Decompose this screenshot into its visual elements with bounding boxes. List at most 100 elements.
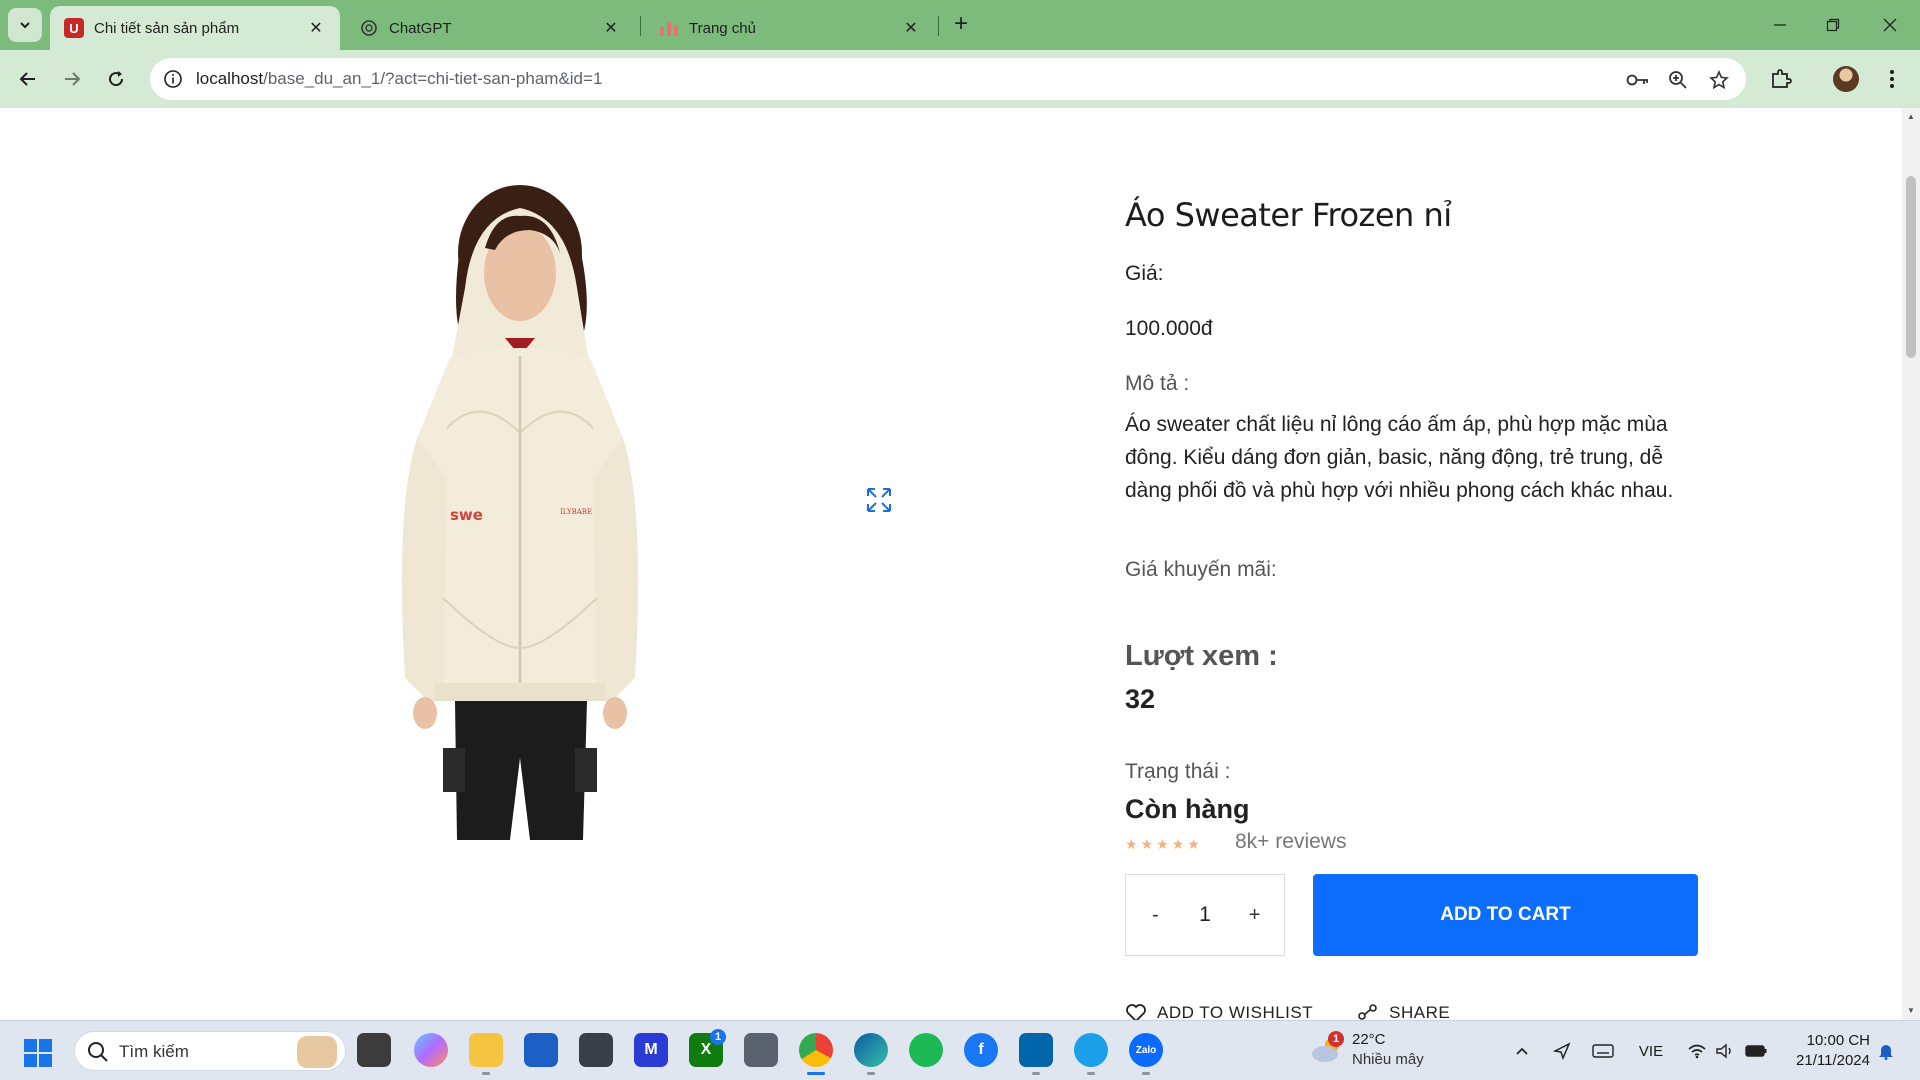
menu-button[interactable] bbox=[1874, 61, 1910, 97]
views-count: 32 bbox=[1125, 684, 1156, 714]
stock-status: Còn hàng bbox=[1125, 794, 1250, 824]
running-indicator bbox=[1087, 1072, 1095, 1075]
close-window-button[interactable] bbox=[1870, 10, 1910, 40]
close-icon[interactable]: ✕ bbox=[901, 18, 921, 38]
extensions-button[interactable] bbox=[1763, 61, 1799, 97]
back-button[interactable] bbox=[10, 61, 46, 97]
page-scrollbar[interactable]: ▲ ▼ bbox=[1902, 108, 1920, 1020]
reload-icon bbox=[109, 71, 124, 87]
clock-time: 10:00 CH bbox=[1806, 1032, 1870, 1049]
password-key-icon[interactable] bbox=[1624, 66, 1652, 94]
active-indicator bbox=[807, 1072, 825, 1075]
url-text[interactable]: localhost/base_du_an_1/?act=chi-tiet-san… bbox=[196, 69, 602, 89]
views-label: Lượt xem : bbox=[1125, 640, 1278, 672]
qty-decrease-button[interactable]: - bbox=[1140, 904, 1170, 927]
site-info-icon[interactable] bbox=[160, 66, 186, 92]
chrome-icon[interactable] bbox=[799, 1033, 833, 1067]
qty-input[interactable]: 1 bbox=[1199, 903, 1211, 927]
notification-bell-icon[interactable] bbox=[1876, 1039, 1896, 1063]
chevron-down-icon bbox=[20, 22, 30, 29]
keyboard-icon[interactable] bbox=[1590, 1039, 1616, 1063]
url-path: /base_du_an_1/?act=chi-tiet-san-pham&id=… bbox=[263, 69, 603, 88]
weather-widget[interactable]: 1 22°C Nhiều mây bbox=[1310, 1029, 1440, 1073]
messenger-app-icon[interactable] bbox=[1074, 1033, 1108, 1067]
star-icon: ★ bbox=[1171, 836, 1185, 852]
chevron-up-icon[interactable] bbox=[1512, 1039, 1532, 1063]
svg-text:swe: swe bbox=[450, 506, 483, 524]
rating-stars: ★ ★ ★ ★ ★ bbox=[1125, 836, 1200, 853]
scroll-down-icon[interactable]: ▼ bbox=[1906, 1006, 1916, 1015]
vscode-icon[interactable] bbox=[1019, 1033, 1053, 1067]
location-icon[interactable] bbox=[1550, 1039, 1574, 1063]
scroll-up-icon[interactable]: ▲ bbox=[1906, 112, 1916, 121]
promo-price-label: Giá khuyến mãi: bbox=[1125, 558, 1277, 581]
address-bar[interactable]: localhost/base_du_an_1/?act=chi-tiet-san… bbox=[150, 58, 1746, 100]
running-indicator bbox=[867, 1072, 875, 1075]
language-indicator[interactable]: VIE bbox=[1636, 1039, 1666, 1063]
product-title: Áo Sweater Frozen nỉ bbox=[1125, 196, 1452, 234]
system-clock[interactable]: 10:00 CH 21/11/2024 bbox=[1780, 1031, 1870, 1071]
tab-home[interactable]: Trang chủ ✕ bbox=[645, 6, 935, 50]
search-placeholder: Tìm kiếm bbox=[119, 1042, 189, 1061]
task-view-icon[interactable] bbox=[357, 1033, 391, 1067]
url-host: localhost bbox=[196, 69, 264, 88]
puzzle-icon bbox=[1772, 69, 1792, 88]
windows-start-icon[interactable] bbox=[24, 1039, 52, 1067]
microsoft-store-icon[interactable] bbox=[524, 1033, 558, 1067]
zoom-icon[interactable] bbox=[1664, 66, 1692, 94]
add-to-wishlist-link[interactable]: ADD TO WISHLIST bbox=[1125, 1003, 1313, 1020]
close-icon[interactable]: ✕ bbox=[306, 18, 326, 38]
app-editor-icon[interactable]: M bbox=[634, 1033, 668, 1067]
spotify-icon[interactable] bbox=[909, 1033, 943, 1067]
arrow-right-icon bbox=[65, 72, 81, 86]
tab-chatgpt[interactable]: ChatGPT ✕ bbox=[345, 6, 635, 50]
weather-temp: 22°C bbox=[1352, 1031, 1386, 1048]
profile-button[interactable] bbox=[1828, 61, 1864, 97]
tab-separator bbox=[938, 16, 939, 36]
tab-title: Chi tiết sản sản phẩm bbox=[94, 19, 240, 37]
product-description: Áo sweater chất liệu nỉ lông cáo ấm áp, … bbox=[1125, 413, 1674, 502]
running-indicator bbox=[1032, 1072, 1040, 1075]
tab-search-button[interactable] bbox=[8, 8, 42, 42]
avatar bbox=[1833, 66, 1859, 92]
product-image[interactable]: swe ILYBABE bbox=[355, 178, 685, 840]
bookmark-star-icon[interactable] bbox=[1705, 66, 1733, 94]
app-cube-icon[interactable] bbox=[579, 1033, 613, 1067]
expand-icon[interactable] bbox=[865, 486, 893, 514]
running-indicator bbox=[482, 1072, 490, 1075]
volume-icon[interactable] bbox=[1714, 1039, 1736, 1063]
close-icon[interactable]: ✕ bbox=[601, 18, 621, 38]
add-to-cart-button[interactable]: ADD TO CART bbox=[1313, 874, 1698, 956]
star-icon: ★ bbox=[1187, 836, 1200, 852]
price-value: 100.000đ bbox=[1125, 317, 1213, 340]
camera-icon[interactable] bbox=[744, 1033, 778, 1067]
browser-toolbar: localhost/base_du_an_1/?act=chi-tiet-san… bbox=[0, 50, 1920, 108]
minimize-button[interactable] bbox=[1760, 10, 1800, 40]
zalo-icon[interactable]: Zalo bbox=[1129, 1033, 1163, 1067]
qty-increase-button[interactable]: + bbox=[1240, 904, 1270, 927]
weather-alert-badge: 1 bbox=[1328, 1031, 1344, 1047]
more-vertical-icon bbox=[1890, 70, 1894, 88]
search-highlight-image bbox=[297, 1036, 337, 1068]
copilot-icon[interactable] bbox=[414, 1033, 448, 1067]
scrollbar-thumb[interactable] bbox=[1906, 176, 1916, 358]
new-tab-button[interactable]: + bbox=[948, 12, 974, 38]
tab-product-detail[interactable]: U Chi tiết sản sản phẩm ✕ bbox=[50, 6, 340, 50]
star-icon: ★ bbox=[1140, 836, 1154, 852]
edge-icon[interactable] bbox=[854, 1033, 888, 1067]
share-link[interactable]: SHARE bbox=[1357, 1003, 1450, 1020]
restore-button[interactable] bbox=[1813, 10, 1853, 40]
share-icon bbox=[1358, 1004, 1377, 1020]
wifi-icon[interactable] bbox=[1686, 1039, 1708, 1063]
battery-icon[interactable] bbox=[1744, 1039, 1768, 1063]
share-label: SHARE bbox=[1389, 1003, 1451, 1020]
file-explorer-icon[interactable] bbox=[469, 1033, 503, 1067]
star-icon: ★ bbox=[1156, 836, 1169, 852]
taskbar-search[interactable]: Tìm kiếm bbox=[74, 1031, 346, 1071]
facebook-icon[interactable]: f bbox=[964, 1033, 998, 1067]
running-indicator bbox=[1142, 1072, 1150, 1075]
openai-icon bbox=[359, 18, 379, 38]
wishlist-label: ADD TO WISHLIST bbox=[1157, 1003, 1314, 1020]
reload-button[interactable] bbox=[98, 61, 134, 97]
forward-button[interactable] bbox=[54, 61, 90, 97]
